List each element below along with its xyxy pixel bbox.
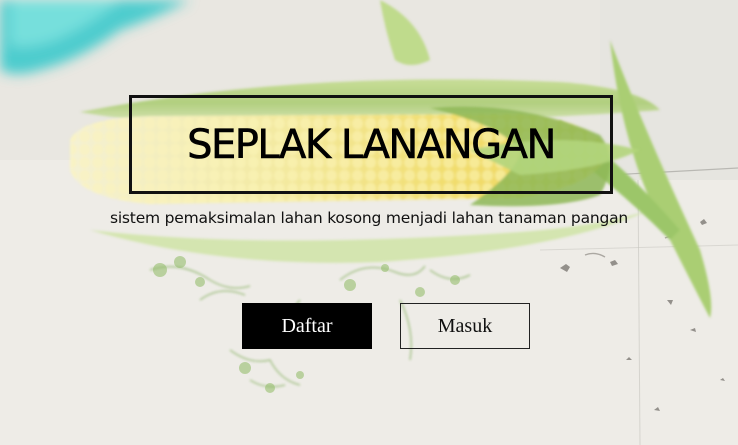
app-tagline: sistem pemaksimalan lahan kosong menjadi… (109, 209, 629, 227)
title-frame: SEPLAK LANANGAN (129, 95, 613, 194)
app-title: SEPLAK LANANGAN (187, 121, 557, 168)
register-button[interactable]: Daftar (242, 303, 372, 349)
landing-page: SEPLAK LANANGAN sistem pemaksimalan laha… (0, 0, 738, 445)
login-button[interactable]: Masuk (400, 303, 530, 349)
